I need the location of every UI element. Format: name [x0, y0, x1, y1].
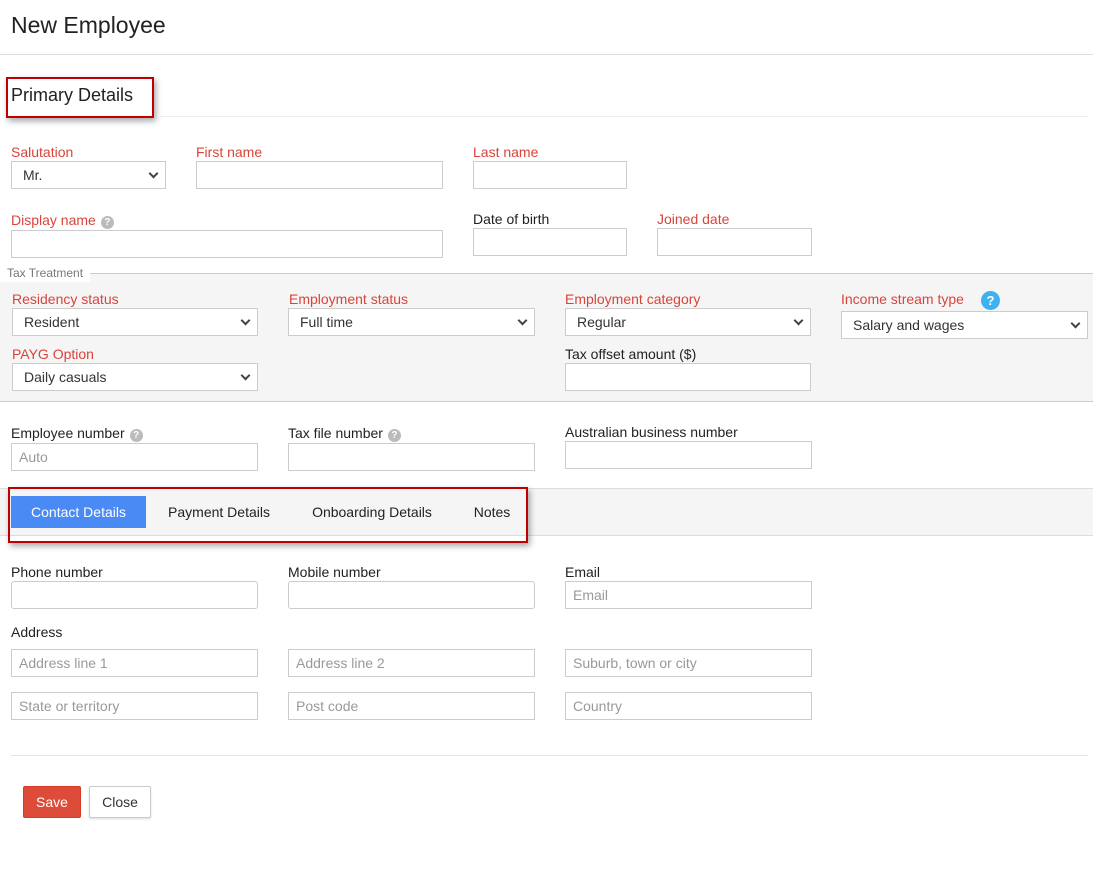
address-line-2-input[interactable]: Address line 2: [288, 649, 535, 677]
chevron-down-icon: [1070, 318, 1081, 329]
help-icon[interactable]: ?: [981, 291, 1000, 310]
divider: [160, 116, 1088, 117]
tax-offset-label: Tax offset amount ($): [565, 346, 697, 362]
divider: [0, 54, 1093, 55]
state-input[interactable]: State or territory: [11, 692, 258, 720]
close-button[interactable]: Close: [89, 786, 151, 818]
residency-select[interactable]: Resident: [12, 308, 258, 336]
display-name-input[interactable]: [11, 230, 443, 258]
help-icon[interactable]: ?: [129, 429, 143, 442]
tfn-label: Tax file number?: [288, 425, 401, 442]
residency-label: Residency status: [12, 291, 119, 307]
chevron-down-icon: [240, 370, 251, 381]
salutation-select[interactable]: Mr.: [11, 161, 166, 189]
employment-category-label: Employment category: [565, 291, 701, 307]
tfn-input[interactable]: [288, 443, 535, 471]
display-name-label: Display name?: [11, 212, 114, 229]
help-icon[interactable]: ?: [387, 429, 401, 442]
address-label: Address: [11, 624, 63, 640]
tax-legend: Tax Treatment: [0, 265, 91, 282]
phone-input[interactable]: [11, 581, 258, 609]
employment-category-value: Regular: [577, 314, 627, 330]
suburb-input[interactable]: Suburb, town or city: [565, 649, 812, 677]
address-line-1-input[interactable]: Address line 1: [11, 649, 258, 677]
mobile-label: Mobile number: [288, 564, 381, 580]
employment-status-label: Employment status: [289, 291, 409, 307]
salutation-label: Salutation: [11, 144, 74, 160]
employment-category-select[interactable]: Regular: [565, 308, 811, 336]
highlight-box: [8, 487, 528, 543]
payg-value: Daily casuals: [24, 369, 107, 385]
employee-number-text: Employee number: [11, 425, 125, 441]
joined-date-label: Joined date: [657, 211, 730, 227]
save-button[interactable]: Save: [23, 786, 81, 818]
last-name-input[interactable]: [473, 161, 627, 189]
first-name-input[interactable]: [196, 161, 443, 189]
dob-input[interactable]: [473, 228, 627, 256]
salutation-value: Mr.: [23, 167, 43, 183]
payg-select[interactable]: Daily casuals: [12, 363, 258, 391]
abn-label: Australian business number: [565, 424, 738, 440]
tfn-text: Tax file number: [288, 425, 383, 441]
phone-label: Phone number: [11, 564, 103, 580]
employment-status-value: Full time: [300, 314, 353, 330]
help-icon[interactable]: ?: [100, 216, 114, 229]
employee-number-input[interactable]: Auto: [11, 443, 258, 471]
dob-label: Date of birth: [473, 211, 550, 227]
abn-input[interactable]: [565, 441, 812, 469]
divider: [11, 755, 1088, 756]
last-name-label: Last name: [473, 144, 539, 160]
residency-value: Resident: [24, 314, 80, 330]
employee-number-label: Employee number?: [11, 425, 143, 442]
joined-date-input[interactable]: [657, 228, 812, 256]
email-input[interactable]: Email: [565, 581, 812, 609]
income-stream-select[interactable]: Salary and wages: [841, 311, 1088, 339]
income-stream-value: Salary and wages: [853, 317, 965, 333]
country-input[interactable]: Country: [565, 692, 812, 720]
chevron-down-icon: [240, 315, 251, 326]
page-title: New Employee: [11, 12, 166, 38]
highlight-box: [6, 77, 154, 118]
chevron-down-icon: [517, 315, 528, 326]
postcode-input[interactable]: Post code: [288, 692, 535, 720]
payg-label: PAYG Option: [12, 346, 94, 362]
first-name-label: First name: [196, 144, 263, 160]
display-name-text: Display name: [11, 212, 96, 228]
chevron-down-icon: [148, 168, 159, 179]
employment-status-select[interactable]: Full time: [288, 308, 535, 336]
income-stream-label: Income stream type: [841, 291, 964, 307]
mobile-input[interactable]: [288, 581, 535, 609]
chevron-down-icon: [793, 315, 804, 326]
tax-offset-input[interactable]: [565, 363, 811, 391]
email-label: Email: [565, 564, 601, 580]
